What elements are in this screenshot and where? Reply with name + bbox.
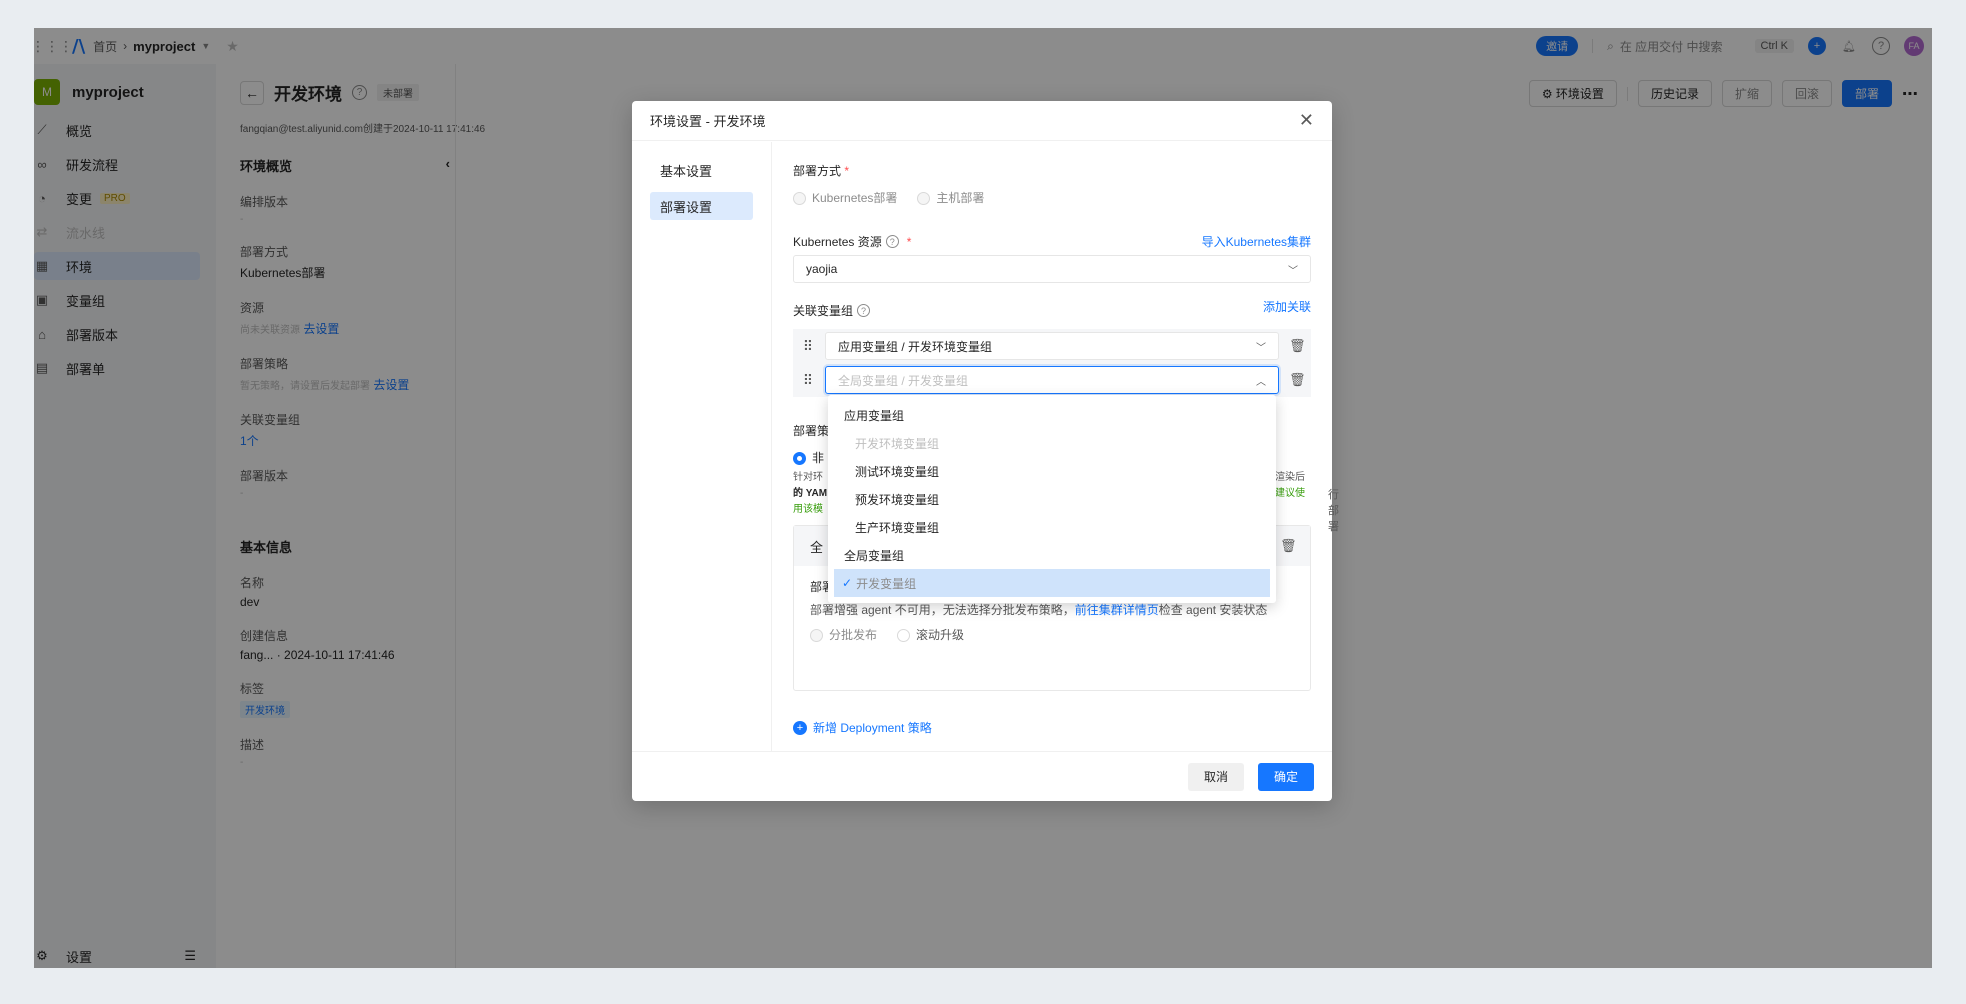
add-deployment-link[interactable]: + 新增 Deployment 策略 [793, 719, 932, 736]
k8s-resource-select[interactable]: yaojia ﹀ [793, 255, 1311, 283]
tab-deploy-settings[interactable]: 部署设置 [650, 192, 753, 220]
radio-circle [917, 192, 931, 206]
modal-nav: 基本设置 部署设置 [632, 142, 772, 751]
vargroup-label: 关联变量组 [793, 304, 854, 318]
check-icon: ✓ [842, 576, 853, 590]
agent-warning: 部署增强 agent 不可用，无法选择分批发布策略，前往集群详情页检查 agen… [810, 601, 1294, 618]
required-mark: * [844, 164, 850, 178]
radio-rolling-update[interactable]: 滚动升级 [897, 626, 964, 643]
dropdown-group-label: 应用变量组 [844, 408, 905, 423]
dropdown-option-label: 开发变量组 [856, 576, 917, 591]
vargroup-select-1[interactable]: 应用变量组 / 开发环境变量组 ﹀ [825, 332, 1279, 360]
add-association-link[interactable]: 添加关联 [1263, 298, 1311, 315]
k8s-label: Kubernetes 资源 [793, 235, 882, 249]
vargroup-select-value: 应用变量组 / 开发环境变量组 [838, 339, 993, 354]
help-icon[interactable]: ? [857, 304, 871, 317]
vargroup-dropdown: 应用变量组 开发环境变量组 测试环境变量组 预发环境变量组 生产环境变量组 全局… [828, 395, 1276, 603]
dropdown-option[interactable]: 预发环境变量组 [834, 485, 1270, 513]
tab-basic-settings[interactable]: 基本设置 [650, 156, 753, 184]
strategy-radio[interactable] [793, 452, 806, 466]
dropdown-option[interactable]: 测试环境变量组 [834, 457, 1270, 485]
vargroup-row: ⠿ 全局变量组 / 开发变量组 ︿ 🗑︎ [793, 363, 1311, 397]
k8s-resource-value: yaojia [806, 262, 838, 276]
strategy-desc-3: 用该模 [793, 504, 823, 515]
cancel-button[interactable]: 取消 [1187, 762, 1244, 791]
radio-host[interactable]: 主机部署 [917, 189, 984, 206]
strategy-desc-2b: 建议使 [1275, 488, 1305, 499]
radio-circle [793, 192, 806, 206]
radio-kubernetes[interactable]: Kubernetes部署 [793, 189, 897, 206]
trash-icon[interactable]: 🗑︎ [1289, 338, 1306, 354]
dropdown-option: 开发环境变量组 [855, 436, 940, 451]
strategy-desc-2: 的 YAM [793, 488, 828, 499]
drag-handle-icon[interactable]: ⠿ [801, 338, 815, 355]
agent-warning-text: 部署增强 agent 不可用，无法选择分批发布策略， [810, 603, 1075, 617]
agent-warning-text-end: 检查 agent 安装状态 [1158, 603, 1268, 617]
help-icon[interactable]: ? [885, 235, 899, 248]
deploy-mode-label: 部署方式 [793, 164, 842, 178]
trash-icon[interactable]: 🗑︎ [1289, 372, 1306, 388]
radio-label: 主机部署 [936, 191, 985, 205]
dropdown-group-label: 全局变量组 [844, 548, 905, 563]
strategy-label: 部署策 [793, 424, 830, 438]
chevron-up-icon: ︿ [1256, 376, 1266, 388]
vargroup-select-2[interactable]: 全局变量组 / 开发变量组 ︿ [825, 366, 1279, 394]
add-deployment-label: 新增 Deployment 策略 [813, 721, 932, 735]
card-title: 全 [810, 539, 824, 555]
required-mark: * [906, 234, 912, 249]
radio-label: 分批发布 [829, 628, 878, 642]
radio-batch-release[interactable]: 分批发布 [810, 626, 877, 643]
chevron-down-icon: ﹀ [1256, 342, 1266, 354]
plus-circle-icon: + [793, 720, 807, 735]
vargroup-select-placeholder: 全局变量组 / 开发变量组 [838, 373, 969, 388]
modal-title: 环境设置 - 开发环境 [650, 114, 766, 129]
chevron-down-icon: ﹀ [1288, 265, 1298, 277]
trash-icon[interactable]: 🗑︎ [1280, 538, 1297, 554]
strategy-desc-1: 针对环 [793, 472, 823, 483]
radio-circle [810, 629, 823, 643]
dropdown-option[interactable]: 生产环境变量组 [834, 513, 1270, 541]
close-icon[interactable]: ✕ [1299, 110, 1314, 131]
strategy-side-text: 行部署 [1328, 489, 1339, 533]
confirm-button[interactable]: 确定 [1257, 762, 1314, 791]
import-k8s-link[interactable]: 导入Kubernetes集群 [1202, 233, 1311, 250]
strategy-radio-label: 非 [812, 451, 825, 465]
radio-circle [897, 629, 911, 643]
cluster-detail-link[interactable]: 前往集群详情页 [1075, 603, 1159, 617]
radio-label: Kubernetes部署 [812, 191, 898, 205]
radio-label: 滚动升级 [916, 628, 965, 642]
strategy-desc-1b: 渲染后 [1275, 472, 1305, 483]
dropdown-option-selected[interactable]: ✓ 开发变量组 [834, 569, 1270, 597]
drag-handle-icon[interactable]: ⠿ [801, 372, 815, 389]
vargroup-row: ⠿ 应用变量组 / 开发环境变量组 ﹀ 🗑︎ [793, 329, 1311, 363]
